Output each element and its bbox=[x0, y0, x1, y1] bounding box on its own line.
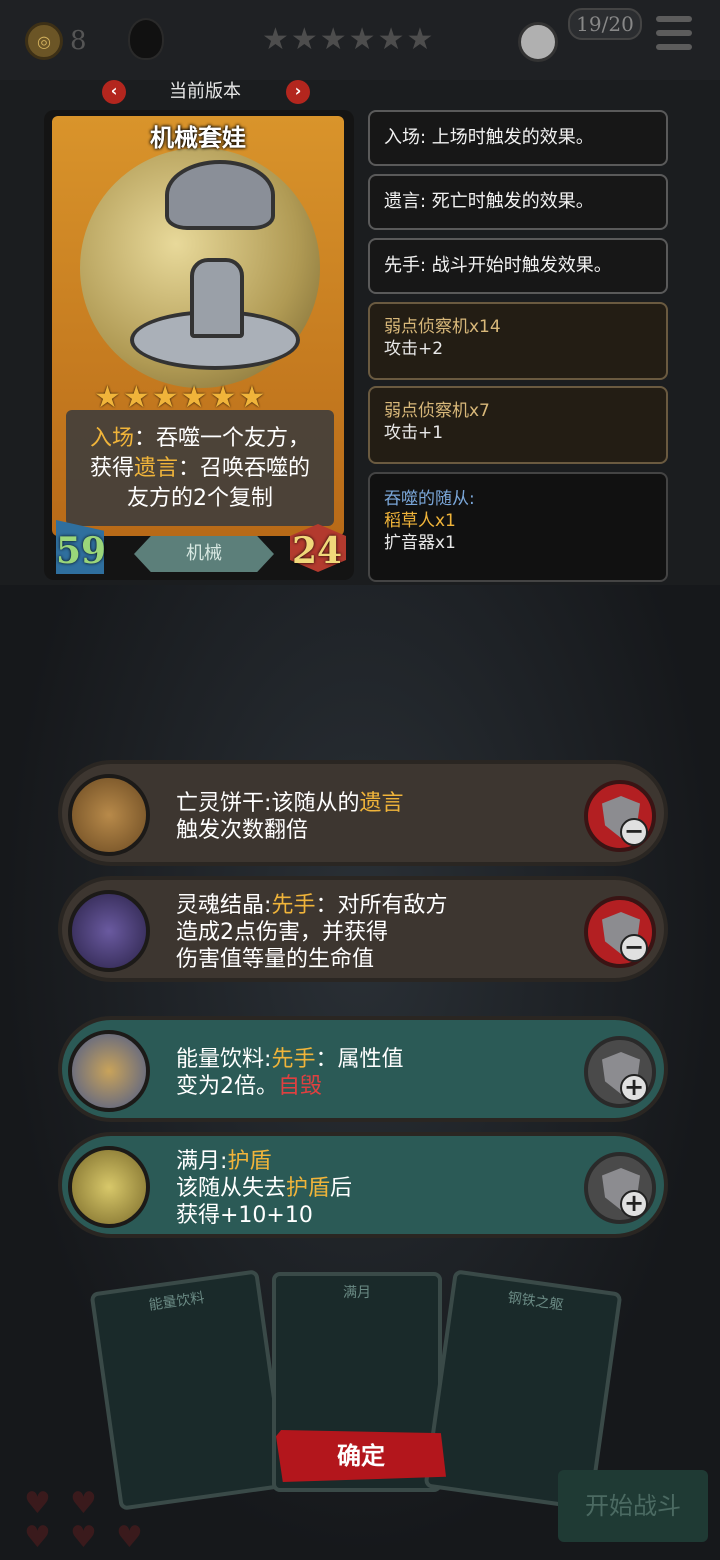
next-version-button[interactable]: › bbox=[286, 80, 310, 104]
robot-head-art bbox=[165, 160, 275, 230]
card-text-line: 入场：吞噬一个友方， bbox=[89, 426, 311, 451]
add-item-button[interactable]: + bbox=[584, 1036, 656, 1108]
heart-icon: ♥ bbox=[24, 1486, 51, 1521]
tier-stars: ★★★★★★ bbox=[262, 22, 436, 57]
full-moon-icon bbox=[68, 1146, 150, 1228]
heart-icon: ♥ bbox=[24, 1520, 51, 1555]
health-value: 24 bbox=[292, 530, 343, 572]
penguin-icon bbox=[128, 18, 164, 60]
item-description: 能量饮料:先手：属性值 变为2倍。自毁 bbox=[176, 1047, 404, 1099]
devoured-panel: 吞噬的随从: 稻草人x1 扩音器x1 bbox=[368, 472, 668, 582]
soul-crystal-icon bbox=[68, 890, 150, 972]
robot-body-art bbox=[190, 258, 244, 338]
menu-icon-bar[interactable] bbox=[656, 30, 692, 36]
card-title: 机械套娃 bbox=[150, 124, 246, 152]
prev-version-button[interactable]: ‹ bbox=[102, 80, 126, 104]
add-item-button[interactable]: + bbox=[584, 1152, 656, 1224]
menu-icon[interactable] bbox=[656, 16, 692, 22]
energy-drink-icon bbox=[68, 1030, 150, 1112]
bonus-name: 弱点侦察机x7 bbox=[384, 401, 490, 421]
plus-icon: + bbox=[620, 1074, 648, 1102]
keyword-first-strike: 先手: 战斗开始时触发效果。 bbox=[368, 238, 668, 294]
card-text-line: 友方的2个复制 bbox=[127, 486, 273, 511]
bonus-entry: 弱点侦察机x7 攻击+1 bbox=[368, 386, 668, 464]
cookie-icon bbox=[68, 774, 150, 856]
minus-icon: − bbox=[620, 818, 648, 846]
slot-count: 19/20 bbox=[568, 8, 642, 40]
devoured-title: 吞噬的随从: bbox=[384, 489, 475, 509]
bonus-entry: 弱点侦察机x14 攻击+2 bbox=[368, 302, 668, 380]
item-row: 灵魂结晶:先手：对所有敌方 造成2点伤害，并获得 伤害值等量的生命值 − bbox=[58, 876, 668, 982]
plus-icon: + bbox=[620, 1190, 648, 1218]
item-description: 灵魂结晶:先手：对所有敌方 造成2点伤害，并获得 伤害值等量的生命值 bbox=[176, 893, 448, 972]
start-battle-button[interactable]: 开始战斗 bbox=[558, 1470, 708, 1542]
item-row: 亡灵饼干:该随从的遗言 触发次数翻倍 − bbox=[58, 760, 668, 866]
keyword-deathrattle: 遗言: 死亡时触发的效果。 bbox=[368, 174, 668, 230]
avatar[interactable] bbox=[518, 22, 558, 62]
devoured-item: 稻草人x1 bbox=[384, 511, 456, 531]
hand-card[interactable]: 能量饮料 bbox=[89, 1269, 289, 1511]
item-description: 亡灵饼干:该随从的遗言 触发次数翻倍 bbox=[176, 791, 404, 843]
attack-value: 59 bbox=[56, 530, 107, 572]
item-row: 能量饮料:先手：属性值 变为2倍。自毁 + bbox=[58, 1016, 668, 1122]
item-description: 满月:护盾 该随从失去护盾后 获得+10+10 bbox=[176, 1149, 353, 1228]
heart-icon: ♥ bbox=[70, 1486, 97, 1521]
keyword-entry: 入场: 上场时触发的效果。 bbox=[368, 110, 668, 166]
devoured-item: 扩音器x1 bbox=[384, 533, 456, 553]
menu-icon-bar[interactable] bbox=[656, 44, 692, 50]
bonus-name: 弱点侦察机x14 bbox=[384, 317, 501, 337]
heart-icon: ♥ bbox=[116, 1520, 143, 1555]
hand-card-title: 满月 bbox=[343, 1285, 371, 1301]
tribe-label: 机械 bbox=[134, 536, 274, 572]
version-label: 当前版本 bbox=[169, 81, 241, 102]
bonus-effect: 攻击+1 bbox=[384, 423, 444, 443]
item-row: 满月:护盾 该随从失去护盾后 获得+10+10 + bbox=[58, 1132, 668, 1238]
remove-item-button[interactable]: − bbox=[584, 780, 656, 852]
coin-count: 8 bbox=[70, 26, 87, 56]
coin-icon: ◎ bbox=[25, 22, 63, 60]
heart-icon: ♥ bbox=[70, 1520, 97, 1555]
card-text-line: 获得遗言：召唤吞噬的 bbox=[89, 456, 311, 481]
minus-icon: − bbox=[620, 934, 648, 962]
bonus-effect: 攻击+2 bbox=[384, 339, 444, 359]
remove-item-button[interactable]: − bbox=[584, 896, 656, 968]
confirm-button[interactable]: 确定 bbox=[276, 1430, 446, 1482]
